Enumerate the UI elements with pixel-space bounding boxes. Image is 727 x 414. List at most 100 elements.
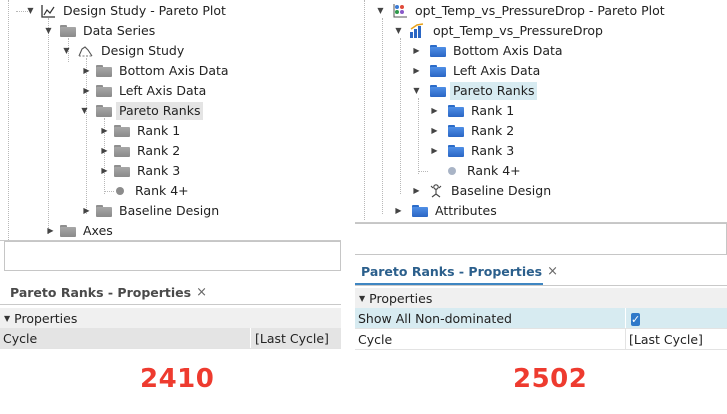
property-row-show-all-non-dominated[interactable]: Show All Non-dominated ✓ — [355, 308, 727, 329]
tree-label: Bottom Axis Data — [119, 63, 229, 78]
tree-label: Rank 2 — [137, 143, 181, 158]
tree-label: Left Axis Data — [119, 83, 207, 98]
property-row-cycle[interactable]: Cycle [Last Cycle] — [0, 328, 341, 349]
tree-node-rank-2[interactable]: ▶ Rank 2 — [428, 121, 517, 141]
tree-node-rank-1[interactable]: ▶ Rank 1 — [98, 121, 183, 141]
tree-node-rank-3[interactable]: ▶ Rank 3 — [428, 141, 517, 161]
tree-node-baseline-design[interactable]: ▶ Baseline Design — [80, 201, 222, 221]
folder-icon — [114, 145, 130, 157]
collapsed-arrow-icon[interactable]: ▶ — [394, 206, 403, 215]
collapsed-arrow-icon[interactable]: ▶ — [412, 66, 421, 75]
property-name: Show All Non-dominated — [358, 310, 512, 326]
tree-node-attributes[interactable]: ▶ Attributes — [392, 201, 500, 221]
collapse-caret-icon[interactable]: ▼ — [359, 294, 365, 303]
collapse-caret-icon[interactable]: ▼ — [4, 314, 10, 323]
expand-toggle-icon[interactable]: ▼ — [412, 86, 421, 95]
collapsed-arrow-icon[interactable]: ▶ — [100, 146, 109, 155]
column-divider — [625, 308, 626, 328]
tree-node-data-series[interactable]: ▼ Data Series — [44, 21, 158, 41]
collapsed-arrow-icon[interactable]: ▶ — [412, 186, 421, 195]
tree-node-pareto-ranks[interactable]: ▼ Pareto Ranks — [410, 81, 538, 101]
folder-icon — [448, 145, 464, 157]
tree-node-pareto-ranks[interactable]: ▼ Pareto Ranks — [80, 101, 204, 121]
close-icon[interactable]: × — [547, 264, 558, 279]
expand-toggle-icon[interactable]: ▼ — [394, 26, 403, 35]
tree-label: Axes — [83, 223, 113, 238]
tabbar-divider — [355, 285, 727, 286]
folder-icon — [60, 25, 76, 37]
tree-node-baseline-design[interactable]: ▶ Baseline Design — [410, 181, 554, 201]
folder-icon — [96, 65, 112, 77]
properties-tab-title: Pareto Ranks - Properties — [10, 285, 192, 300]
tree-node-series[interactable]: ▼ opt_Temp_vs_PressureDrop — [392, 21, 606, 41]
collapsed-arrow-icon[interactable]: ▶ — [82, 86, 91, 95]
properties-tab-title: Pareto Ranks - Properties — [361, 264, 543, 279]
property-row-cycle[interactable]: Cycle [Last Cycle] — [355, 329, 727, 350]
properties-tab[interactable]: Pareto Ranks - Properties × — [10, 285, 207, 300]
tree-node-root[interactable]: ▼ Design Study - Pareto Plot — [26, 1, 229, 21]
version-label-2410: 2410 — [140, 364, 215, 394]
tree-node-rank-1[interactable]: ▶ Rank 1 — [428, 101, 517, 121]
tree-node-rank-4-plus[interactable]: Rank 4+ — [428, 161, 524, 181]
collapsed-arrow-icon[interactable]: ▶ — [430, 106, 439, 115]
close-icon[interactable]: × — [196, 285, 207, 300]
collapsed-arrow-icon[interactable]: ▶ — [100, 126, 109, 135]
collapsed-arrow-icon[interactable]: ▶ — [412, 46, 421, 55]
folder-icon — [96, 105, 112, 117]
tree-label: Data Series — [83, 23, 156, 38]
tree-label: Attributes — [435, 203, 497, 218]
tree-node-rank-2[interactable]: ▶ Rank 2 — [98, 141, 183, 161]
property-value[interactable]: [Last Cycle] — [626, 332, 703, 347]
tree-node-design-study[interactable]: ▼ Design Study — [62, 41, 187, 61]
folder-icon — [96, 205, 112, 217]
collapsed-arrow-icon[interactable]: ▶ — [430, 146, 439, 155]
tree-node-left-axis-data[interactable]: ▶ Left Axis Data — [410, 61, 543, 81]
expand-toggle-icon[interactable]: ▼ — [26, 6, 35, 15]
pareto-plot-icon — [41, 5, 55, 18]
expand-toggle-icon[interactable]: ▼ — [376, 6, 385, 15]
expand-toggle-icon[interactable]: ▼ — [80, 106, 89, 115]
section-label: Properties — [369, 290, 433, 306]
collapsed-arrow-icon[interactable]: ▶ — [82, 206, 91, 215]
tree-label: Design Study — [101, 43, 185, 58]
tree-node-bottom-axis-data[interactable]: ▶ Bottom Axis Data — [410, 41, 566, 61]
collapsed-arrow-icon[interactable]: ▶ — [100, 166, 109, 175]
tree-node-rank-3[interactable]: ▶ Rank 3 — [98, 161, 183, 181]
checkbox-checked[interactable]: ✓ — [631, 312, 641, 326]
collapsed-arrow-icon[interactable]: ▶ — [46, 226, 55, 235]
folder-icon — [448, 125, 464, 137]
tree-label: Rank 4+ — [135, 183, 189, 198]
folder-icon — [114, 165, 130, 177]
tree-node-root[interactable]: ▼ opt_Temp_vs_PressureDrop - Pareto Plot — [374, 1, 668, 21]
properties-section-header[interactable]: ▼ Properties — [0, 308, 341, 328]
collapsed-arrow-icon[interactable]: ▶ — [82, 66, 91, 75]
expand-toggle-icon[interactable]: ▼ — [62, 46, 71, 55]
properties-section-header[interactable]: ▼ Properties — [355, 288, 727, 308]
tree-label: Design Study - Pareto Plot — [63, 3, 226, 18]
tree-node-left-axis-data[interactable]: ▶ Left Axis Data — [80, 81, 209, 101]
tree-label-selected: Pareto Ranks — [116, 102, 204, 120]
tree-node-rank-4-plus[interactable]: Rank 4+ — [98, 181, 192, 201]
baseline-design-icon — [430, 184, 442, 198]
folder-icon — [412, 205, 428, 217]
version-label-2502: 2502 — [513, 364, 588, 394]
data-series-icon — [410, 23, 424, 38]
folder-icon — [114, 125, 130, 137]
expand-toggle-icon[interactable]: ▼ — [44, 26, 53, 35]
folder-icon — [448, 105, 464, 117]
point-icon — [116, 187, 124, 195]
folder-icon — [430, 85, 446, 97]
folder-icon — [96, 85, 112, 97]
tree-node-axes[interactable]: ▶ Axes — [44, 221, 116, 240]
properties-tab[interactable]: Pareto Ranks - Properties × — [361, 264, 558, 279]
property-value[interactable]: [Last Cycle] — [252, 331, 329, 346]
collapsed-arrow-icon[interactable]: ▶ — [430, 126, 439, 135]
column-divider — [250, 328, 251, 348]
tree-node-bottom-axis-data[interactable]: ▶ Bottom Axis Data — [80, 61, 232, 81]
property-value[interactable]: ✓ — [628, 311, 641, 326]
tree-label: Baseline Design — [451, 183, 552, 198]
point-icon — [448, 167, 456, 175]
tree-label: Rank 4+ — [467, 163, 521, 178]
tree-label: Rank 3 — [471, 143, 515, 158]
tree-label: Bottom Axis Data — [453, 43, 563, 58]
